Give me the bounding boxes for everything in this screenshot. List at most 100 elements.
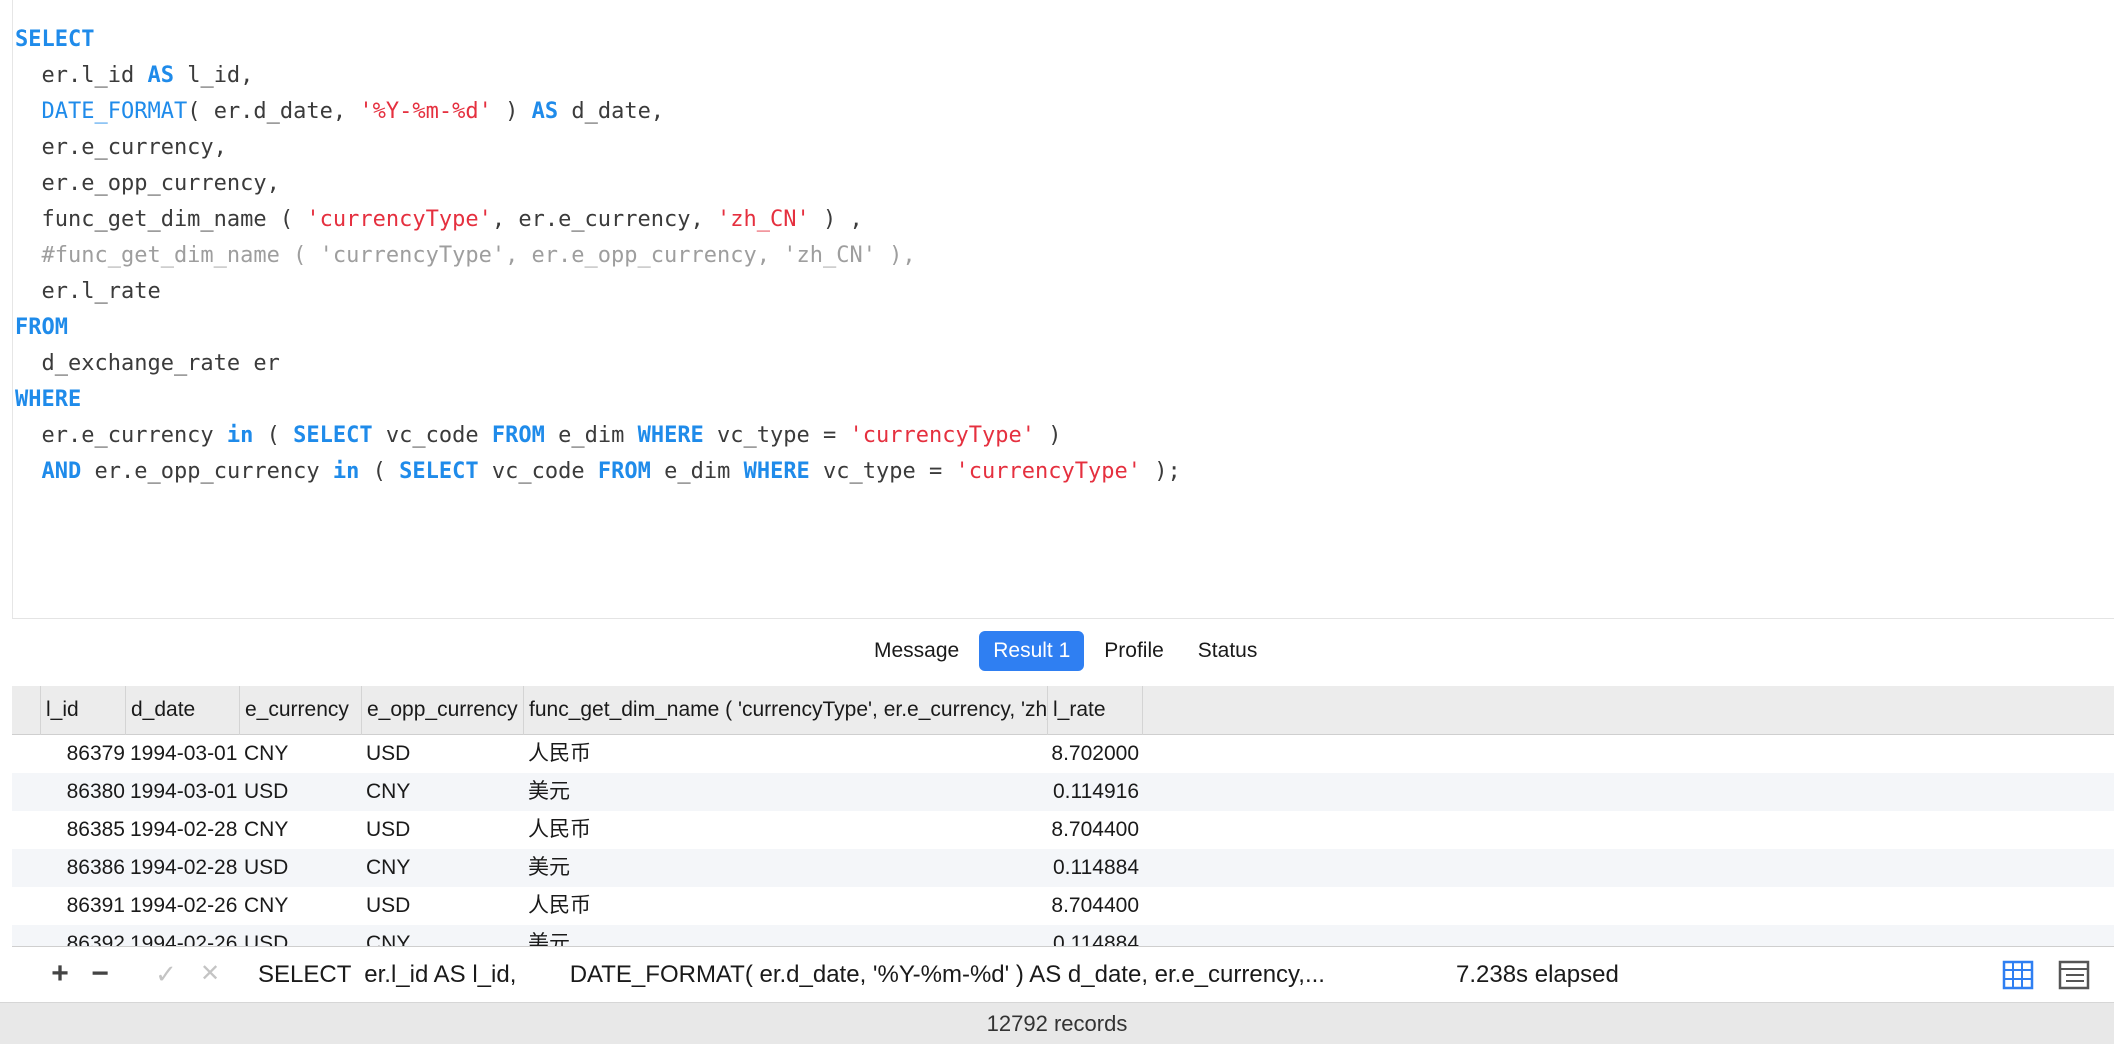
sql-keyword: SELECT <box>399 459 479 484</box>
grid-body[interactable]: 86379 1994-03-01 CNY USD 人民币 8.702000 86380 199… <box>12 735 2114 946</box>
cell-l-id[interactable]: 86392 <box>40 925 125 946</box>
sql-keyword: in <box>332 459 360 484</box>
cell-e-currency[interactable]: USD <box>242 925 361 946</box>
column-header-func-get-dim-name[interactable]: func_get_dim_name ( 'currencyType', er.e… <box>523 686 1047 735</box>
sql-code[interactable]: SELECT er.l_id AS l_id, DATE_FORMAT( er.… <box>15 22 1181 490</box>
cell-e-currency[interactable]: USD <box>242 773 361 811</box>
status-elapsed-time: 7.238s elapsed <box>1456 961 1619 988</box>
sql-text: ( er.d_date, <box>187 99 360 124</box>
sql-text: er.e_currency <box>15 423 227 448</box>
cell-d-date[interactable]: 1994-02-26 <box>128 925 239 946</box>
code-line: #func_get_dim_name ( 'currencyType', er.… <box>15 238 1181 274</box>
sql-keyword: SELECT <box>293 423 373 448</box>
sql-text: er.l_id <box>15 63 148 88</box>
cell-e-opp-currency[interactable]: CNY <box>364 773 523 811</box>
delete-record-button[interactable]: − <box>82 947 118 1003</box>
cell-e-opp-currency[interactable]: USD <box>364 735 523 773</box>
cell-l-rate[interactable]: 0.114884 <box>1047 849 1139 887</box>
cell-l-id[interactable]: 86391 <box>40 887 125 925</box>
code-line: FROM <box>15 310 1181 346</box>
sql-editor[interactable]: SELECT er.l_id AS l_id, DATE_FORMAT( er.… <box>12 0 2114 618</box>
column-header-l-id[interactable]: l_id <box>40 686 125 735</box>
cell-e-currency[interactable]: CNY <box>242 735 361 773</box>
sql-keyword: WHERE <box>15 387 82 412</box>
cell-dim-name[interactable]: 人民币 <box>526 887 1047 925</box>
column-header-l-rate[interactable]: l_rate <box>1047 686 1143 735</box>
table-row[interactable]: 86391 1994-02-26 CNY USD 人民币 8.704400 <box>12 887 2114 925</box>
cell-l-id[interactable]: 86379 <box>40 735 125 773</box>
cell-dim-name[interactable]: 美元 <box>526 849 1047 887</box>
sql-keyword: in <box>226 423 254 448</box>
table-row[interactable]: 86379 1994-03-01 CNY USD 人民币 8.702000 <box>12 735 2114 773</box>
tab-message[interactable]: Message <box>860 631 973 671</box>
cell-l-rate[interactable]: 8.704400 <box>1047 887 1139 925</box>
cell-l-id[interactable]: 86386 <box>40 849 125 887</box>
cell-e-currency[interactable]: USD <box>242 849 361 887</box>
cell-l-id[interactable]: 86385 <box>40 811 125 849</box>
tab-result-1[interactable]: Result 1 <box>979 631 1085 671</box>
cell-l-rate[interactable]: 8.704400 <box>1047 811 1139 849</box>
sql-keyword: FROM <box>491 423 545 448</box>
column-header-e-currency[interactable]: e_currency <box>239 686 361 735</box>
cell-d-date[interactable]: 1994-02-26 <box>128 887 239 925</box>
cell-d-date[interactable]: 1994-03-01 <box>128 735 239 773</box>
cell-dim-name[interactable]: 美元 <box>526 925 1047 946</box>
sql-text: er.e_opp_currency, <box>15 171 280 196</box>
tab-profile[interactable]: Profile <box>1090 631 1178 671</box>
sql-string: 'currencyType' <box>849 423 1035 448</box>
sql-keyword: FROM <box>15 315 68 340</box>
sql-text: ) , <box>809 207 863 232</box>
bottom-toolbar: + − ✓ ✕ SELECT er.l_id AS l_id, DATE_FOR… <box>12 946 2114 1002</box>
result-tabs-bar: Message Result 1 Profile Status <box>12 618 2114 686</box>
column-header-d-date[interactable]: d_date <box>125 686 239 735</box>
table-row[interactable]: 86385 1994-02-28 CNY USD 人民币 8.704400 <box>12 811 2114 849</box>
sql-string: 'zh_CN' <box>717 207 810 232</box>
sql-text: vc_type = <box>703 423 850 448</box>
sql-text: d_exchange_rate er <box>15 351 280 376</box>
sql-keyword: AND <box>41 459 82 484</box>
cell-l-rate[interactable]: 0.114884 <box>1047 925 1139 946</box>
table-row[interactable]: 86386 1994-02-28 USD CNY 美元 0.114884 <box>12 849 2114 887</box>
cell-dim-name[interactable]: 美元 <box>526 773 1047 811</box>
sql-text: vc_code <box>478 459 598 484</box>
add-record-button[interactable]: + <box>42 947 78 1003</box>
cell-e-opp-currency[interactable]: USD <box>364 811 523 849</box>
code-line: er.l_rate <box>15 274 1181 310</box>
cell-dim-name[interactable]: 人民币 <box>526 735 1047 773</box>
cell-l-rate[interactable]: 0.114916 <box>1047 773 1139 811</box>
status-footer: 12792 records <box>0 1002 2114 1044</box>
code-line: er.e_currency, <box>15 130 1181 166</box>
sql-keyword: WHERE <box>637 423 704 448</box>
cell-l-id[interactable]: 86380 <box>40 773 125 811</box>
sql-text: ( <box>359 459 400 484</box>
cell-dim-name[interactable]: 人民币 <box>526 811 1047 849</box>
cell-e-opp-currency[interactable]: CNY <box>364 925 523 946</box>
sql-keyword: SELECT <box>15 27 95 52</box>
sql-text: ( <box>253 423 294 448</box>
cell-e-opp-currency[interactable]: CNY <box>364 849 523 887</box>
cell-e-opp-currency[interactable]: USD <box>364 887 523 925</box>
code-line: er.e_currency in ( SELECT vc_code FROM e… <box>15 418 1181 454</box>
column-header-e-opp-currency[interactable]: e_opp_currency <box>361 686 523 735</box>
status-query-text: SELECT er.l_id AS l_id, DATE_FORMAT( er.… <box>258 961 1325 988</box>
sql-text: vc_type = <box>809 459 956 484</box>
form-view-icon[interactable] <box>2058 960 2090 990</box>
table-row[interactable]: 86380 1994-03-01 USD CNY 美元 0.114916 <box>12 773 2114 811</box>
apply-changes-button[interactable]: ✓ <box>148 947 184 1003</box>
cell-d-date[interactable]: 1994-02-28 <box>128 811 239 849</box>
discard-changes-button[interactable]: ✕ <box>192 947 228 1003</box>
tab-status[interactable]: Status <box>1184 631 1272 671</box>
cell-e-currency[interactable]: CNY <box>242 811 361 849</box>
table-row[interactable]: 86392 1994-02-26 USD CNY 美元 0.114884 <box>12 925 2114 946</box>
cell-e-currency[interactable]: CNY <box>242 887 361 925</box>
result-grid: l_id d_date e_currency e_opp_currency fu… <box>12 686 2114 946</box>
grid-view-icon[interactable] <box>2002 960 2034 990</box>
cell-d-date[interactable]: 1994-03-01 <box>128 773 239 811</box>
cell-d-date[interactable]: 1994-02-28 <box>128 849 239 887</box>
code-line: d_exchange_rate er <box>15 346 1181 382</box>
sql-text: e_dim <box>650 459 744 484</box>
code-line: SELECT <box>15 22 1181 58</box>
cell-l-rate[interactable]: 8.702000 <box>1047 735 1139 773</box>
